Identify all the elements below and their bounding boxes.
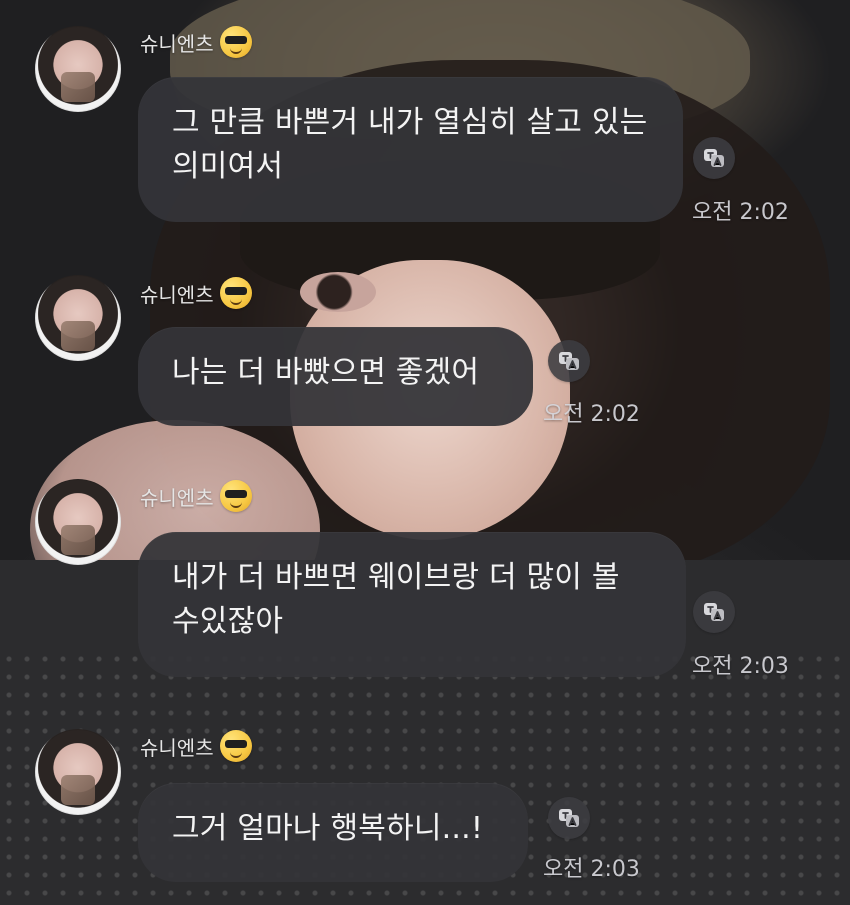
translate-icon[interactable] [693,591,735,633]
translate-icon[interactable] [548,797,590,839]
message-bubble[interactable]: 그 만큼 바쁜거 내가 열심히 살고 있는 의미여서 [138,77,683,222]
translate-icon[interactable] [548,340,590,382]
sunglasses-face-emoji-icon [219,277,252,309]
sender-name: 슈니엔츠 [140,277,252,309]
sender-name: 슈니엔츠 [140,26,252,58]
sunglasses-face-emoji-icon [219,26,252,58]
message-time: 오전 2:02 [692,200,789,225]
message-time: 오전 2:02 [543,402,640,427]
sender-name: 슈니엔츠 [140,480,252,512]
sunglasses-face-emoji-icon [219,730,252,762]
message-bubble[interactable]: 그거 얼마나 행복하니...! [138,783,528,882]
avatar[interactable] [35,479,121,565]
sender-name-text: 슈니엔츠 [140,282,214,307]
message-text: 나는 더 바빴으면 좋겠어 [172,355,480,390]
message-time: 오전 2:03 [692,654,789,679]
sender-name-text: 슈니엔츠 [140,31,214,56]
sender-name-text: 슈니엔츠 [140,735,214,760]
background-eye [300,272,376,312]
avatar-photo [61,525,95,555]
avatar[interactable] [35,26,121,112]
message-bubble[interactable]: 내가 더 바쁘면 웨이브랑 더 많이 볼 수있잖아 [138,532,686,677]
message-bubble[interactable]: 나는 더 바빴으면 좋겠어 [138,327,533,426]
avatar-photo [61,72,95,102]
message-text: 그 만큼 바쁜거 내가 열심히 살고 있는 의미여서 [172,105,648,184]
message-time: 오전 2:03 [543,857,640,882]
message-text: 그거 얼마나 행복하니...! [172,811,484,846]
message-text: 내가 더 바쁘면 웨이브랑 더 많이 볼 수있잖아 [172,560,620,639]
avatar[interactable] [35,729,121,815]
avatar-photo [61,321,95,351]
sender-name-text: 슈니엔츠 [140,485,214,510]
sender-name: 슈니엔츠 [140,730,252,762]
avatar[interactable] [35,275,121,361]
avatar-photo [61,775,95,805]
sunglasses-face-emoji-icon [219,480,252,512]
translate-icon[interactable] [693,137,735,179]
